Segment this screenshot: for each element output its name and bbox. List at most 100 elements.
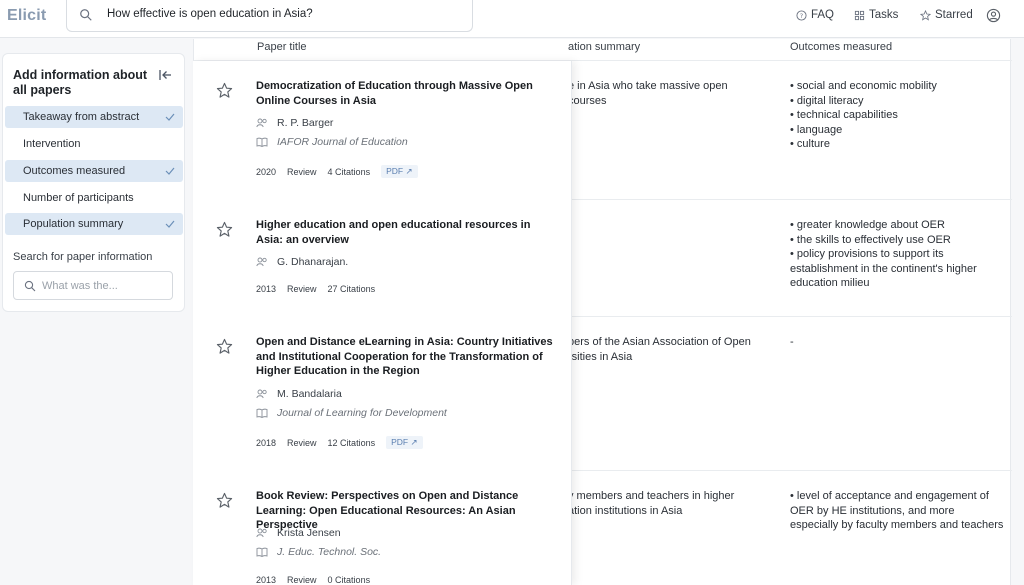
paper-journal: J. Educ. Technol. Soc. (256, 546, 381, 558)
add-columns-panel: Add information about all papers Takeawa… (2, 53, 185, 312)
book-icon (256, 137, 268, 147)
paper-title[interactable]: Higher education and open educational re… (256, 218, 556, 247)
paper-stats: 2018 Review 12 Citations PDF ↗ (256, 436, 423, 449)
outcome-item: language (790, 123, 1005, 138)
paper-authors: Krista Jensen (256, 527, 341, 539)
paper-type: Review (287, 575, 317, 585)
paper-year: 2020 (256, 166, 277, 177)
citation-count[interactable]: 27 Citations (328, 284, 376, 294)
paper-year: 2013 (256, 575, 277, 585)
grid-icon (854, 10, 865, 20)
paper-type: Review (287, 166, 317, 177)
help-circle-icon: ? (796, 9, 807, 21)
paper-type: Review (287, 284, 317, 294)
outcome-item: greater knowledge about OER (790, 218, 1005, 233)
tasks-link[interactable]: Tasks (854, 9, 898, 21)
search-query[interactable]: How effective is open education in Asia? (107, 8, 313, 20)
top-bar: Elicit How effective is open education i… (0, 0, 1024, 38)
author-name: M. Bandalaria (277, 388, 342, 400)
population-cell: y members and teachers in higher ation i… (568, 490, 735, 517)
star-icon[interactable] (216, 492, 233, 509)
users-icon (256, 528, 267, 538)
star-icon[interactable] (216, 82, 233, 99)
journal-name: J. Educ. Technol. Soc. (277, 546, 382, 558)
paper-info-search-label: Search for paper information (13, 251, 153, 263)
column-option-label: Intervention (23, 138, 81, 150)
star-icon (920, 9, 931, 21)
paper-stats: 2013 Review 27 Citations (256, 284, 375, 294)
author-name: G. Dhanarajan. (277, 256, 349, 268)
column-header-population-summary[interactable]: ation summary (568, 41, 640, 53)
outcome-item: culture (790, 137, 1005, 152)
check-icon (165, 167, 175, 175)
column-option-label: Takeaway from abstract (23, 111, 140, 123)
citation-count[interactable]: 4 Citations (328, 167, 371, 177)
pdf-link[interactable]: PDF ↗ (381, 165, 418, 178)
faq-label: FAQ (811, 9, 835, 21)
outcome-item: policy provisions to support its establi… (790, 247, 1005, 291)
column-option-label: Population summary (23, 218, 124, 230)
journal-name: Journal of Learning for Development (277, 407, 447, 419)
users-icon (256, 118, 267, 128)
search-bar[interactable]: How effective is open education in Asia? (66, 0, 473, 32)
column-option-population[interactable]: Population summary (5, 213, 183, 235)
journal-name: IAFOR Journal of Education (277, 136, 408, 148)
starred-link[interactable]: Starred (920, 9, 973, 21)
paper-stats: 2013 Review 0 Citations (256, 575, 370, 585)
paper-info-search-input[interactable] (42, 278, 167, 294)
population-cell: e in Asia who take massive open courses (568, 80, 728, 107)
column-option-takeaway[interactable]: Takeaway from abstract (5, 106, 183, 128)
panel-title: Add information about all papers (13, 68, 148, 97)
tasks-label: Tasks (869, 9, 899, 21)
column-option-label: Number of participants (23, 192, 134, 204)
author-name: Krista Jensen (277, 527, 341, 539)
paper-authors: R. P. Barger (256, 117, 333, 129)
users-icon (256, 389, 267, 399)
column-option-label: Outcomes measured (23, 165, 126, 177)
paper-title[interactable]: Democratization of Education through Mas… (256, 79, 556, 108)
paper-type: Review (287, 437, 317, 448)
search-icon (24, 280, 36, 292)
starred-label: Starred (935, 9, 973, 21)
check-icon (165, 113, 175, 121)
paper-journal: Journal of Learning for Development (256, 407, 447, 419)
outcomes-cell: level of acceptance and engagement of OE… (790, 489, 1005, 533)
column-header-outcomes-measured[interactable]: Outcomes measured (790, 41, 892, 53)
paper-info-search[interactable] (13, 271, 173, 300)
search-icon (80, 9, 92, 21)
outcomes-cell: greater knowledge about OER the skills t… (790, 218, 1005, 291)
faq-link[interactable]: ? FAQ (796, 9, 834, 21)
pdf-link[interactable]: PDF ↗ (386, 436, 423, 449)
population-cell: bers of the Asian Association of Open rs… (568, 336, 751, 363)
paper-title-column: Democratization of Education through Mas… (193, 61, 572, 585)
outcome-item: digital literacy (790, 94, 1005, 109)
column-option-outcomes[interactable]: Outcomes measured (5, 160, 183, 182)
outcomes-cell: social and economic mobility digital lit… (790, 79, 1005, 152)
star-icon[interactable] (216, 221, 233, 238)
author-name: R. P. Barger (277, 117, 334, 129)
outcome-item: level of acceptance and engagement of OE… (790, 489, 1005, 533)
users-icon (256, 257, 267, 267)
column-option-intervention[interactable]: Intervention (5, 133, 183, 155)
paper-authors: M. Bandalaria (256, 388, 342, 400)
user-circle-icon[interactable] (986, 8, 1001, 23)
paper-authors: G. Dhanarajan. (256, 256, 348, 268)
collapse-panel-icon[interactable] (158, 68, 172, 82)
star-icon[interactable] (216, 338, 233, 355)
book-icon (256, 547, 268, 557)
column-option-participants[interactable]: Number of participants (5, 187, 183, 209)
book-icon (256, 408, 268, 418)
citation-count[interactable]: 0 Citations (328, 575, 371, 585)
outcome-item: technical capabilities (790, 108, 1005, 123)
paper-stats: 2020 Review 4 Citations PDF ↗ (256, 165, 418, 178)
app-logo[interactable]: Elicit (7, 7, 46, 25)
citation-count[interactable]: 12 Citations (328, 438, 376, 448)
outcome-item: social and economic mobility (790, 79, 1005, 94)
svg-text:?: ? (800, 11, 803, 19)
paper-journal: IAFOR Journal of Education (256, 136, 408, 148)
paper-title[interactable]: Open and Distance eLearning in Asia: Cou… (256, 335, 556, 379)
check-icon (165, 220, 175, 228)
outcome-item: the skills to effectively use OER (790, 233, 1005, 248)
outcomes-cell: - (790, 336, 794, 348)
column-header-paper-title[interactable]: Paper title (257, 41, 307, 53)
